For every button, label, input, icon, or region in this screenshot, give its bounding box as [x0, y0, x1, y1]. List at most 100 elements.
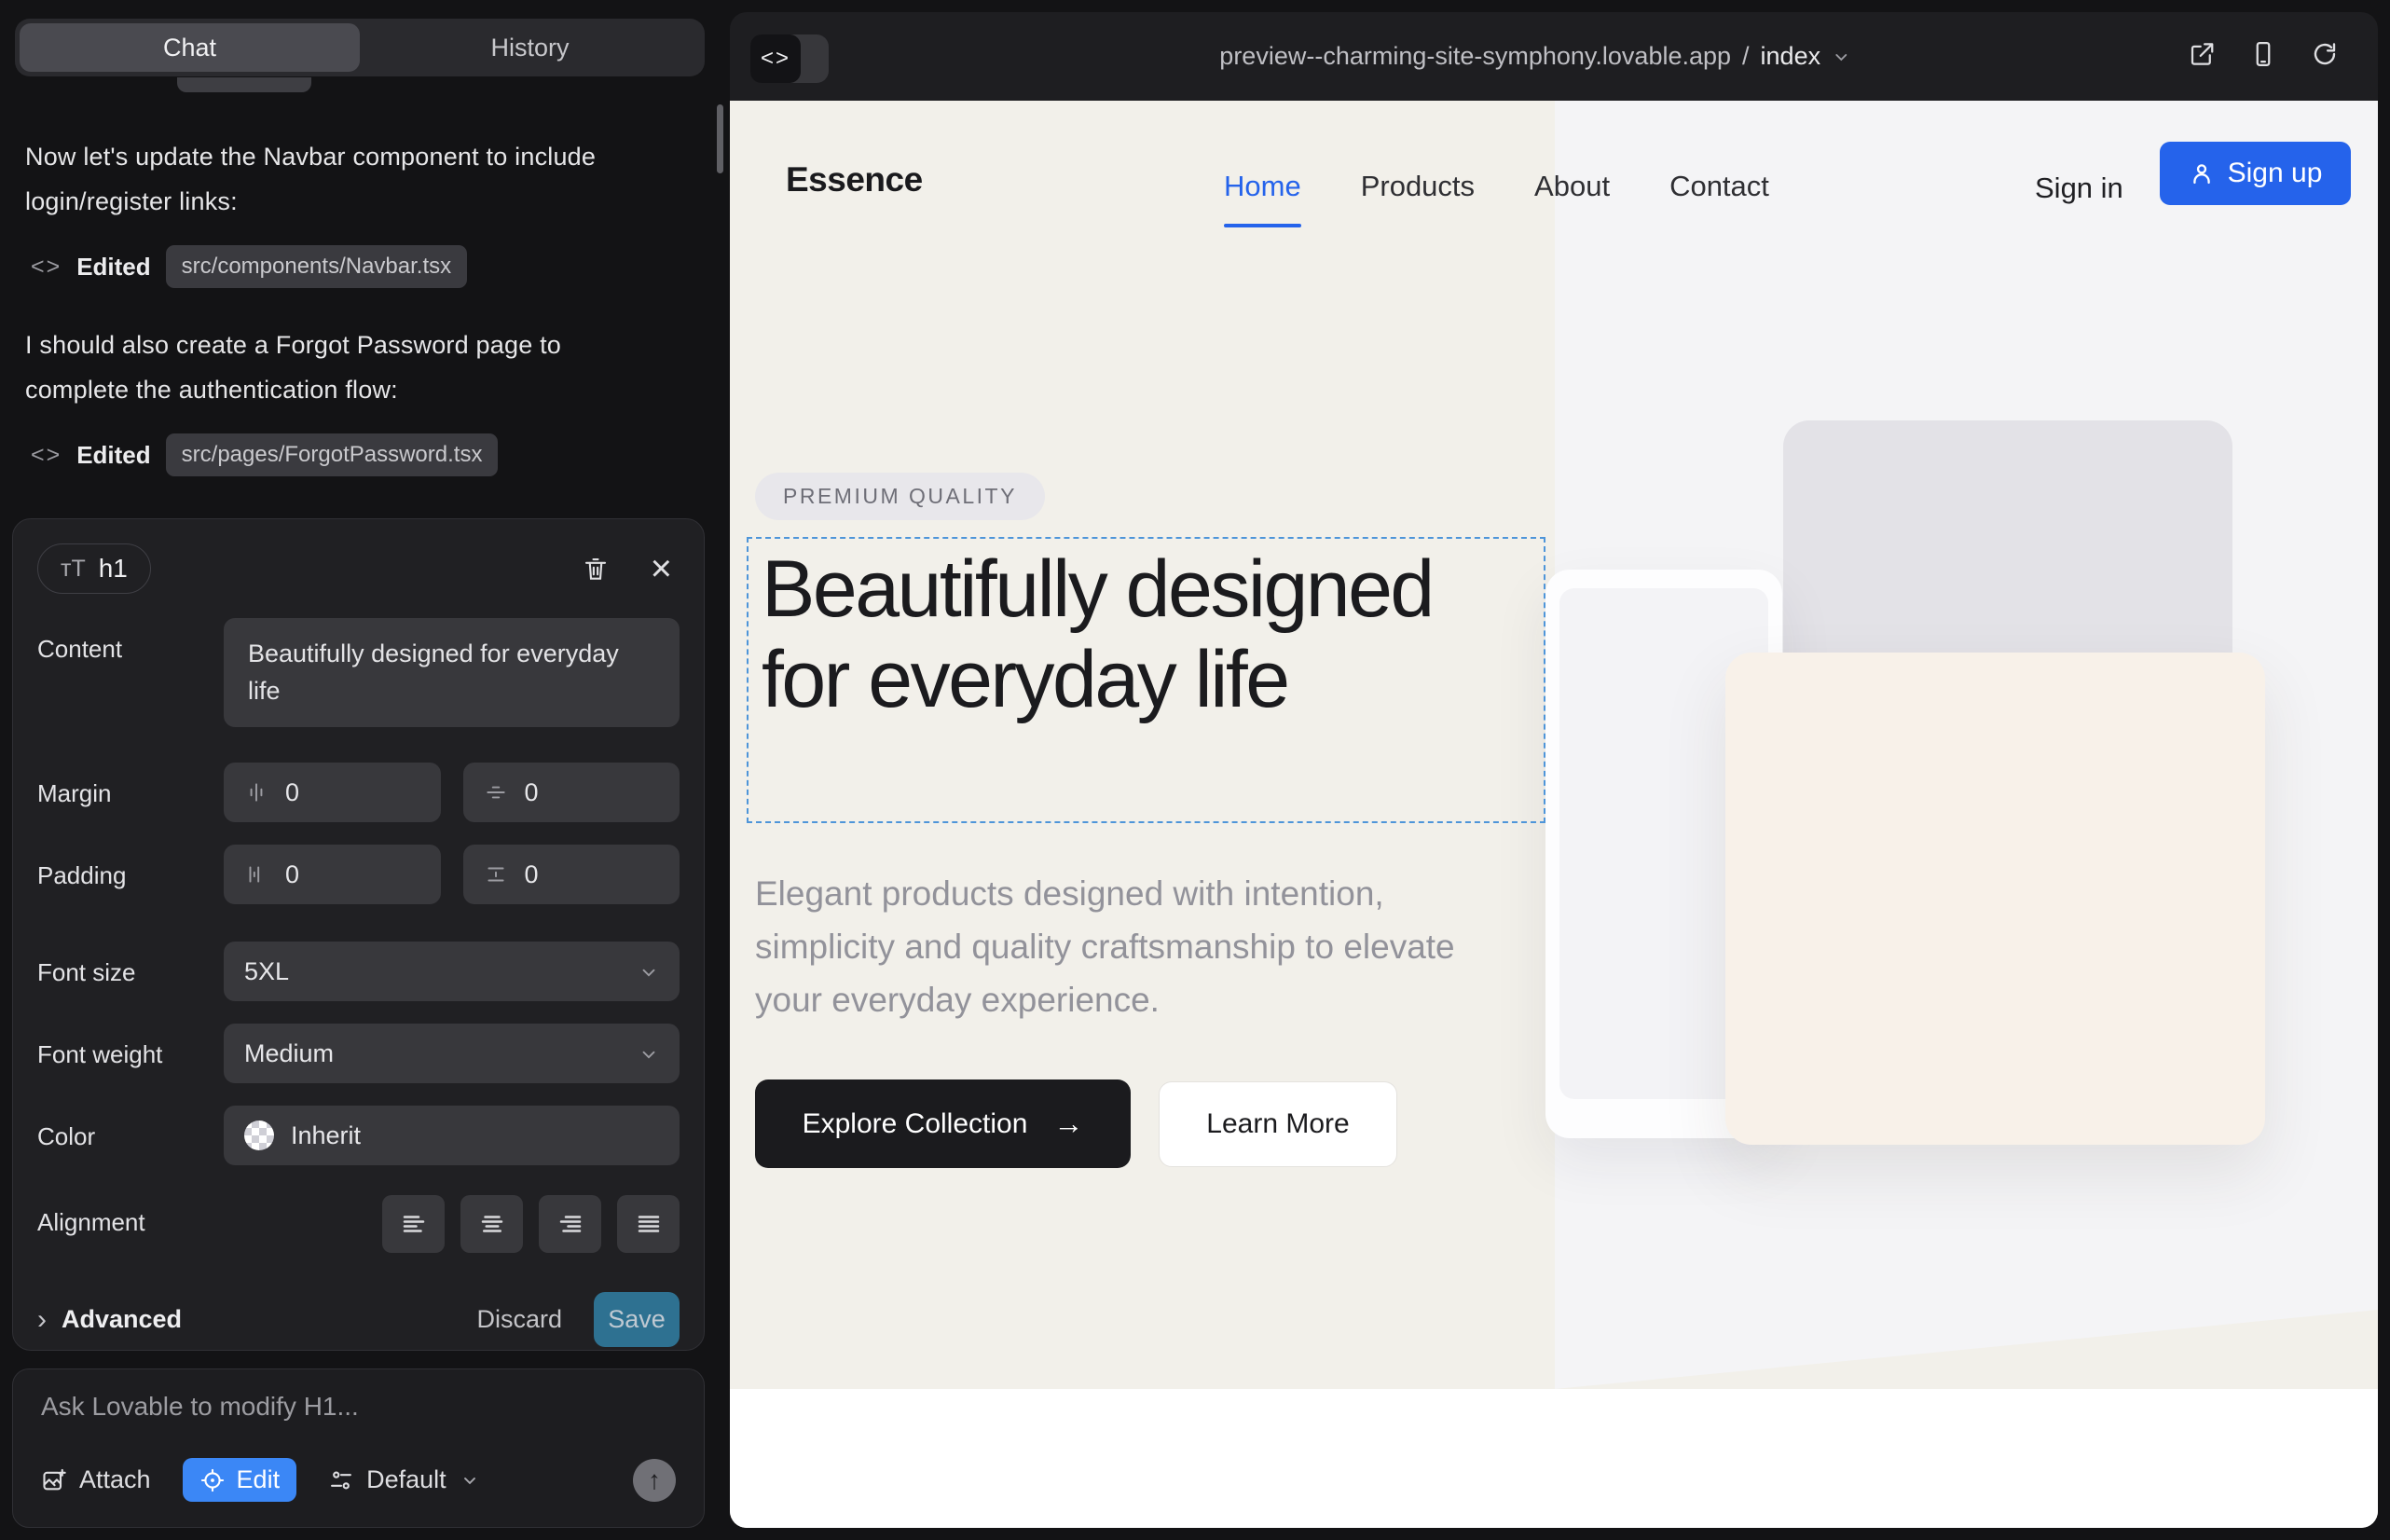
open-in-new-tab-button[interactable]	[2188, 40, 2216, 68]
nav-link-products[interactable]: Products	[1361, 170, 1475, 203]
font-size-select[interactable]: 5XL	[224, 942, 680, 1001]
nav-link-about[interactable]: About	[1534, 170, 1610, 203]
margin-vertical-icon	[484, 780, 508, 804]
truncated-chip	[177, 77, 311, 92]
margin-label: Margin	[37, 763, 224, 822]
chevron-down-icon	[639, 962, 659, 983]
margin-y-field[interactable]	[463, 763, 680, 822]
padding-y-input[interactable]	[525, 860, 590, 889]
chevron-right-icon: ›	[37, 1308, 47, 1332]
attach-button[interactable]: Attach	[41, 1465, 151, 1494]
send-button[interactable]: ↑	[633, 1459, 676, 1502]
arrow-up-icon: ↑	[648, 1465, 661, 1495]
h1-selection-outline[interactable]: Beautifully designed for everyday life	[747, 537, 1545, 823]
nav-link-contact[interactable]: Contact	[1669, 170, 1769, 203]
hero-headline: Beautifully designed for everyday life	[762, 544, 1531, 725]
chat-message: I should also create a Forgot Password p…	[25, 323, 640, 412]
arrow-right-icon: →	[1053, 1107, 1083, 1141]
font-size-value: 5XL	[244, 957, 289, 986]
padding-vertical-icon	[484, 862, 508, 887]
padding-y-field[interactable]	[463, 845, 680, 904]
edited-file-chip[interactable]: src/pages/ForgotPassword.tsx	[166, 433, 499, 476]
url-page: index	[1761, 42, 1821, 71]
color-label: Color	[37, 1106, 224, 1165]
sign-up-label: Sign up	[2228, 158, 2323, 189]
margin-x-input[interactable]	[285, 778, 350, 807]
explore-collection-button[interactable]: Explore Collection →	[755, 1079, 1131, 1168]
advanced-toggle[interactable]: › Advanced	[37, 1305, 182, 1334]
edited-file-chip[interactable]: src/components/Navbar.tsx	[166, 245, 467, 288]
padding-x-input[interactable]	[285, 860, 350, 889]
align-center-icon	[478, 1210, 506, 1238]
sign-in-link[interactable]: Sign in	[2035, 172, 2123, 205]
explore-collection-label: Explore Collection	[803, 1108, 1028, 1140]
content-input[interactable]: Beautifully designed for everyday life	[224, 618, 680, 727]
prompt-input[interactable]	[41, 1392, 676, 1440]
delete-element-button[interactable]	[582, 555, 610, 583]
edit-label: Edit	[237, 1465, 281, 1494]
site-viewport: Essence Home Products About Contact Sign…	[730, 101, 2378, 1528]
close-panel-button[interactable]: ×	[651, 555, 672, 584]
align-justify-button[interactable]	[617, 1195, 680, 1253]
margin-y-input[interactable]	[525, 778, 590, 807]
code-icon: <>	[750, 34, 801, 83]
attach-label: Attach	[79, 1465, 151, 1494]
font-size-label: Font size	[37, 942, 224, 1001]
default-model-button[interactable]: Default	[328, 1465, 479, 1494]
chat-message: Now let's update the Navbar component to…	[25, 134, 640, 224]
padding-x-field[interactable]	[224, 845, 441, 904]
target-icon	[199, 1467, 226, 1493]
color-select[interactable]: Inherit	[224, 1106, 680, 1165]
mobile-icon	[2249, 40, 2277, 68]
section-below-hero	[730, 1389, 2378, 1528]
element-tag-label: h1	[99, 554, 128, 584]
margin-x-field[interactable]	[224, 763, 441, 822]
chat-scrollbar-thumb[interactable]	[717, 104, 723, 173]
alignment-label: Alignment	[37, 1193, 224, 1253]
align-justify-icon	[635, 1210, 663, 1238]
refresh-icon	[2311, 40, 2339, 68]
align-right-icon	[556, 1210, 584, 1238]
chevron-down-icon	[460, 1471, 479, 1490]
code-view-toggle[interactable]: <>	[750, 34, 829, 83]
user-icon	[2189, 160, 2215, 186]
close-icon: ×	[651, 548, 672, 589]
preview-toolbar: <> preview--charming-site-symphony.lovab…	[730, 12, 2378, 101]
decorative-card-cream	[1725, 653, 2265, 1145]
image-plus-icon	[41, 1467, 67, 1493]
mobile-view-button[interactable]	[2249, 40, 2277, 68]
align-center-button[interactable]	[460, 1195, 523, 1253]
site-logo[interactable]: Essence	[786, 160, 923, 199]
chat-history-tabbar: Chat History	[15, 19, 705, 76]
editor-header: тT h1 ×	[37, 542, 680, 596]
code-icon: <>	[31, 442, 62, 469]
refresh-button[interactable]	[2311, 40, 2339, 68]
edit-action-label: Edited	[76, 253, 150, 282]
align-right-button[interactable]	[539, 1195, 601, 1253]
hero-description: Elegant products designed with intention…	[755, 867, 1501, 1026]
site-nav: Home Products About Contact	[1224, 170, 1769, 203]
tab-chat[interactable]: Chat	[20, 23, 360, 72]
code-icon: <>	[31, 254, 62, 281]
font-weight-value: Medium	[244, 1039, 334, 1068]
learn-more-button[interactable]: Learn More	[1159, 1081, 1397, 1167]
save-button[interactable]: Save	[594, 1292, 680, 1347]
element-editor-panel: тT h1 × Content Beautifully designed for…	[12, 518, 705, 1351]
discard-button[interactable]: Discard	[476, 1305, 562, 1334]
preview-panel: <> preview--charming-site-symphony.lovab…	[730, 12, 2378, 1528]
padding-label: Padding	[37, 845, 224, 904]
preview-url[interactable]: preview--charming-site-symphony.lovable.…	[1219, 12, 1850, 101]
color-value: Inherit	[291, 1121, 361, 1150]
padding-horizontal-icon	[244, 862, 268, 887]
url-separator: /	[1742, 42, 1750, 71]
font-weight-select[interactable]: Medium	[224, 1024, 680, 1083]
align-left-button[interactable]	[382, 1195, 445, 1253]
external-link-icon	[2188, 40, 2216, 68]
selected-element-chip[interactable]: тT h1	[37, 543, 151, 594]
sign-up-button[interactable]: Sign up	[2160, 142, 2351, 205]
chevron-down-icon	[1832, 48, 1850, 66]
edit-mode-button[interactable]: Edit	[183, 1458, 297, 1502]
advanced-label: Advanced	[62, 1305, 182, 1334]
tab-history[interactable]: History	[360, 23, 700, 72]
nav-link-home[interactable]: Home	[1224, 170, 1301, 203]
